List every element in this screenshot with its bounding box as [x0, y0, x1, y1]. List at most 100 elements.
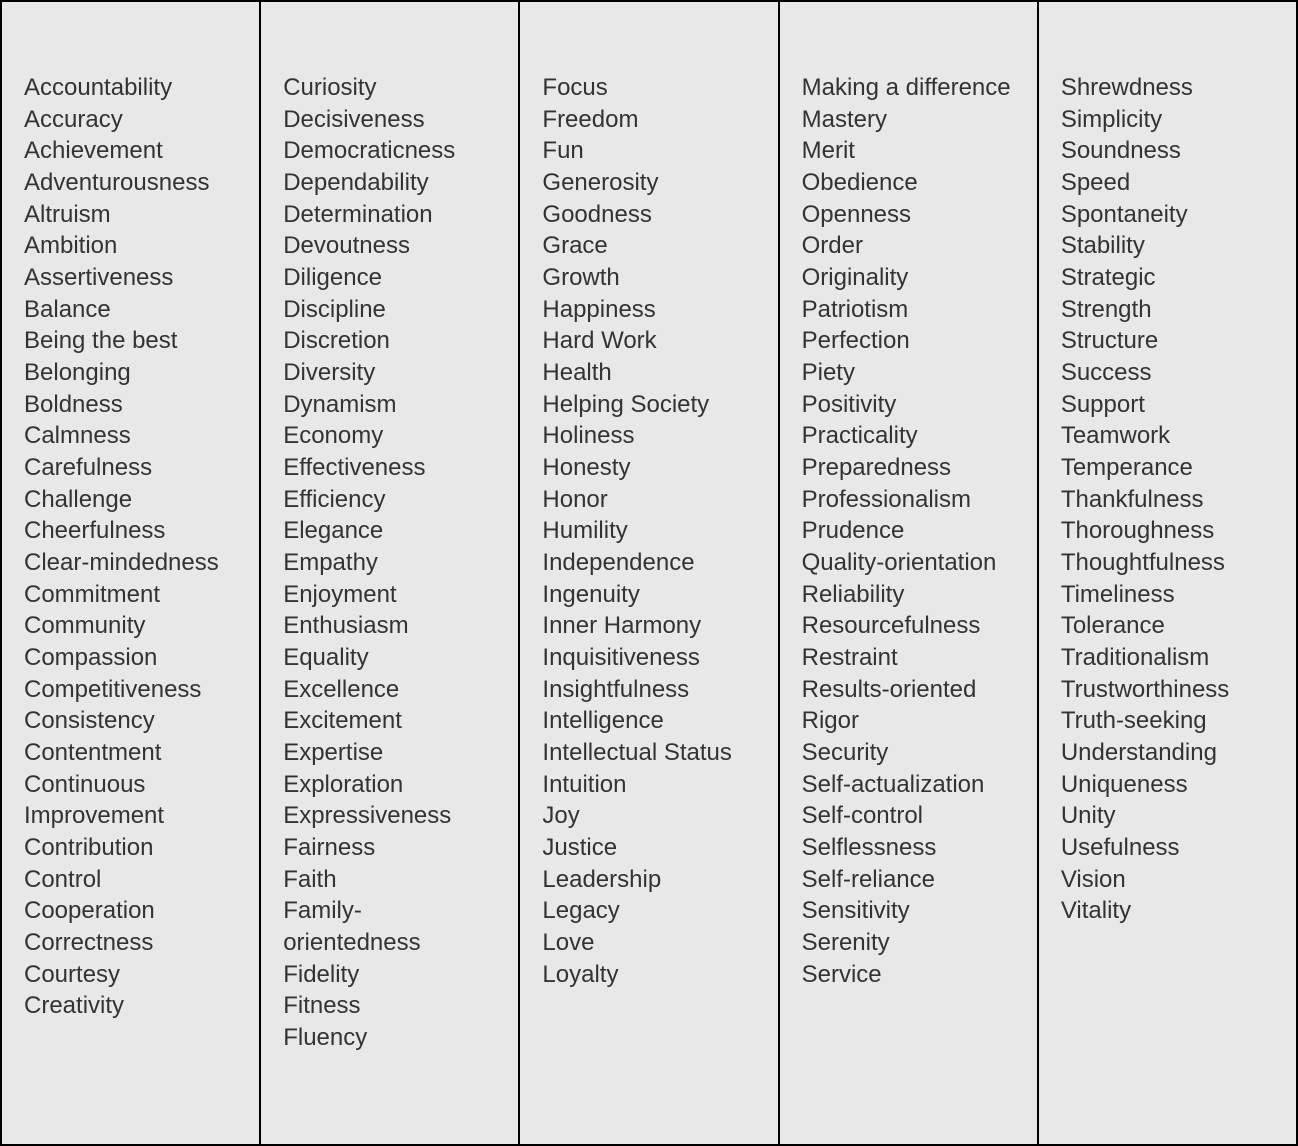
list-item: Discipline [283, 294, 496, 326]
list-item: Joy [542, 800, 755, 832]
list-item: Tolerance [1061, 610, 1274, 642]
list-item: Intelligence [542, 705, 755, 737]
list-item: Assertiveness [24, 262, 237, 294]
list-item: Perfection [802, 325, 1015, 357]
list-item: Selflessness [802, 832, 1015, 864]
list-item: Ingenuity [542, 579, 755, 611]
list-item: Thankfulness [1061, 484, 1274, 516]
list-item: Generosity [542, 167, 755, 199]
list-item: Truth-seeking [1061, 705, 1274, 737]
list-item: Uniqueness [1061, 769, 1274, 801]
list-item: Fairness [283, 832, 496, 864]
list-item: Balance [24, 294, 237, 326]
list-item: Thoughtfulness [1061, 547, 1274, 579]
list-item: Health [542, 357, 755, 389]
list-item: Thoroughness [1061, 515, 1274, 547]
list-item: Making a difference [802, 72, 1015, 104]
list-item: Results-oriented [802, 674, 1015, 706]
list-item: Excitement [283, 705, 496, 737]
list-item: Cheerfulness [24, 515, 237, 547]
list-item: Unity [1061, 800, 1274, 832]
list-item: Diligence [283, 262, 496, 294]
list-item: Intuition [542, 769, 755, 801]
list-item: Fun [542, 135, 755, 167]
list-item: Self-control [802, 800, 1015, 832]
list-item: Excellence [283, 674, 496, 706]
list-item: Effectiveness [283, 452, 496, 484]
column-1: AccountabilityAccuracyAchievementAdventu… [2, 2, 261, 1144]
list-item: Freedom [542, 104, 755, 136]
list-item: Justice [542, 832, 755, 864]
list-item: Stability [1061, 230, 1274, 262]
list-item: Goodness [542, 199, 755, 231]
list-item: Inner Harmony [542, 610, 755, 642]
list-item: Understanding [1061, 737, 1274, 769]
list-item: Sensitivity [802, 895, 1015, 927]
list-item: Democraticness [283, 135, 496, 167]
list-item: Leadership [542, 864, 755, 896]
list-item: Merit [802, 135, 1015, 167]
list-item: Strategic [1061, 262, 1274, 294]
list-item: Faith [283, 864, 496, 896]
list-item: Rigor [802, 705, 1015, 737]
list-item: Piety [802, 357, 1015, 389]
list-item: Originality [802, 262, 1015, 294]
list-item: Practicality [802, 420, 1015, 452]
list-item: Control [24, 864, 237, 896]
list-item: Belonging [24, 357, 237, 389]
list-item: Restraint [802, 642, 1015, 674]
list-item: Shrewdness [1061, 72, 1274, 104]
list-item: Loyalty [542, 959, 755, 991]
list-item: Self-actualization [802, 769, 1015, 801]
list-item: Boldness [24, 389, 237, 421]
list-item: Positivity [802, 389, 1015, 421]
list-item: Self-reliance [802, 864, 1015, 896]
list-item: Contribution [24, 832, 237, 864]
list-item: Independence [542, 547, 755, 579]
list-item: Efficiency [283, 484, 496, 516]
list-item: Spontaneity [1061, 199, 1274, 231]
list-item: Dependability [283, 167, 496, 199]
list-item: Determination [283, 199, 496, 231]
list-item: Decisiveness [283, 104, 496, 136]
list-item: Family-orientedness [283, 895, 496, 958]
list-item: Commitment [24, 579, 237, 611]
list-item: Curiosity [283, 72, 496, 104]
list-item: Helping Society [542, 389, 755, 421]
list-item: Holiness [542, 420, 755, 452]
list-item: Obedience [802, 167, 1015, 199]
column-4: Making a differenceMasteryMeritObedience… [780, 2, 1039, 1144]
list-item: Humility [542, 515, 755, 547]
list-item: Fitness [283, 990, 496, 1022]
list-item: Resourcefulness [802, 610, 1015, 642]
list-item: Temperance [1061, 452, 1274, 484]
list-item: Vision [1061, 864, 1274, 896]
list-item: Professionalism [802, 484, 1015, 516]
list-item: Continuous Improvement [24, 769, 237, 832]
list-item: Achievement [24, 135, 237, 167]
list-item: Ambition [24, 230, 237, 262]
list-item: Equality [283, 642, 496, 674]
list-item: Calmness [24, 420, 237, 452]
list-item: Elegance [283, 515, 496, 547]
list-item: Grace [542, 230, 755, 262]
list-item: Timeliness [1061, 579, 1274, 611]
list-item: Diversity [283, 357, 496, 389]
list-item: Trustworthiness [1061, 674, 1274, 706]
list-item: Vitality [1061, 895, 1274, 927]
list-item: Empathy [283, 547, 496, 579]
list-item: Consistency [24, 705, 237, 737]
list-item: Enthusiasm [283, 610, 496, 642]
list-item: Growth [542, 262, 755, 294]
list-item: Devoutness [283, 230, 496, 262]
list-item: Carefulness [24, 452, 237, 484]
list-item: Traditionalism [1061, 642, 1274, 674]
list-item: Structure [1061, 325, 1274, 357]
list-item: Support [1061, 389, 1274, 421]
list-item: Legacy [542, 895, 755, 927]
list-item: Fluency [283, 1022, 496, 1054]
list-item: Security [802, 737, 1015, 769]
list-item: Honor [542, 484, 755, 516]
list-item: Discretion [283, 325, 496, 357]
column-2: CuriosityDecisivenessDemocraticnessDepen… [261, 2, 520, 1144]
